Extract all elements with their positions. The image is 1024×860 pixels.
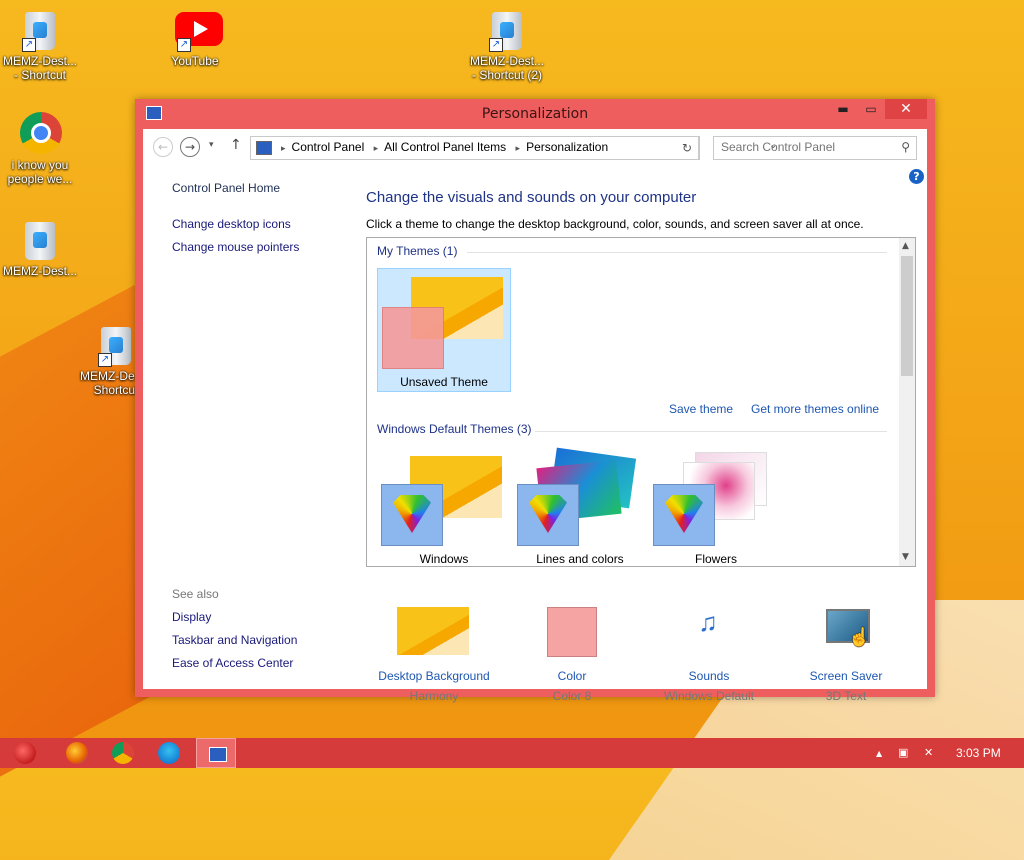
desktop-icon-memz-shortcut[interactable]: ↗ MEMZ-Dest... - Shortcut bbox=[0, 8, 80, 82]
theme-label: Flowers bbox=[694, 552, 737, 566]
taskbar-navigation-link[interactable]: Taskbar and Navigation bbox=[172, 633, 297, 647]
desktop-background-link[interactable]: Desktop Background bbox=[369, 669, 499, 683]
window-title: Personalization bbox=[481, 106, 589, 122]
save-theme-link[interactable]: Save theme bbox=[669, 402, 733, 416]
show-hidden-icons-button[interactable]: ▲ bbox=[876, 749, 882, 758]
group-divider bbox=[535, 431, 887, 432]
navigation-bar: ← → ▾ ↑ ▸ Control Panel ▸ All Control Pane… bbox=[143, 129, 927, 167]
close-button[interactable]: ✕ bbox=[885, 99, 927, 119]
color-value: Color 8 bbox=[552, 689, 592, 703]
refresh-button[interactable]: ↻ bbox=[676, 136, 699, 160]
theme-label: Windows bbox=[419, 552, 469, 566]
recent-locations-button[interactable]: ▾ bbox=[209, 140, 214, 150]
firefox-icon[interactable] bbox=[66, 742, 88, 764]
scroll-up-button[interactable]: ▲ bbox=[902, 241, 909, 251]
window-client-area: ← → ▾ ↑ ▸ Control Panel ▸ All Control Pane… bbox=[143, 129, 927, 703]
breadcrumb-separator[interactable]: ▸ bbox=[516, 143, 521, 153]
desktop-background-value: Harmony bbox=[409, 689, 459, 703]
group-divider bbox=[467, 252, 887, 253]
clock[interactable]: 3:03 PM bbox=[956, 746, 1001, 760]
theme-color-palette-icon bbox=[653, 484, 715, 546]
breadcrumb: ▸ Control Panel ▸ All Control Panel Items … bbox=[275, 140, 608, 154]
shortcut-arrow-icon: ↗ bbox=[177, 38, 191, 52]
page-subtitle: Click a theme to change the desktop back… bbox=[366, 217, 864, 231]
address-bar[interactable]: ▸ Control Panel ▸ All Control Panel Items … bbox=[250, 136, 777, 160]
color-link[interactable]: Color bbox=[507, 669, 637, 683]
scroll-down-button[interactable]: ▼ bbox=[902, 552, 909, 562]
forward-button[interactable]: → bbox=[180, 137, 200, 157]
desktop-icon-memz[interactable]: MEMZ-Dest... bbox=[0, 218, 80, 278]
up-button[interactable]: ↑ bbox=[230, 137, 242, 153]
control-panel-icon bbox=[256, 141, 272, 155]
recycle-bin-icon bbox=[25, 222, 55, 260]
change-desktop-icons-link[interactable]: Change desktop icons bbox=[172, 217, 291, 231]
shortcut-arrow-icon: ↗ bbox=[489, 38, 503, 52]
title-bar[interactable]: Personalization ▬ ▭ ✕ bbox=[135, 99, 935, 129]
get-more-themes-link[interactable]: Get more themes online bbox=[751, 402, 879, 416]
volume-muted-icon[interactable]: ✕ bbox=[924, 746, 933, 759]
chrome-taskbar-icon[interactable] bbox=[112, 742, 134, 764]
scrollbar-thumb[interactable] bbox=[901, 256, 913, 376]
help-icon[interactable]: ? bbox=[909, 169, 924, 184]
sounds-link[interactable]: Sounds bbox=[644, 669, 774, 683]
screen-saver-link[interactable]: Screen Saver bbox=[781, 669, 911, 683]
display-link[interactable]: Display bbox=[172, 610, 211, 624]
search-icon[interactable]: ⚲ bbox=[901, 140, 910, 154]
see-also-header: See also bbox=[172, 587, 219, 601]
control-panel-taskbar-button[interactable] bbox=[196, 738, 236, 768]
default-themes-header[interactable]: Windows Default Themes (3) bbox=[377, 422, 532, 436]
breadcrumb-personalization[interactable]: Personalization bbox=[526, 140, 608, 154]
desktop-icon-label: i know you people we... bbox=[7, 158, 73, 186]
desktop-icon-label: MEMZ-Dest... bbox=[3, 264, 77, 278]
theme-color-palette-icon bbox=[381, 484, 443, 546]
theme-tile-windows[interactable]: Windows bbox=[377, 448, 511, 566]
theme-label: Lines and colors bbox=[536, 552, 624, 566]
change-mouse-pointers-link[interactable]: Change mouse pointers bbox=[172, 240, 299, 254]
chrome-icon bbox=[20, 112, 62, 154]
breadcrumb-all-items[interactable]: All Control Panel Items bbox=[384, 140, 506, 154]
theme-color-palette-icon bbox=[517, 484, 579, 546]
personalization-window: Personalization ▬ ▭ ✕ ← → ▾ ↑ ▸ Control P… bbox=[135, 99, 935, 703]
breadcrumb-separator: ▸ bbox=[281, 143, 286, 153]
color-swatch bbox=[547, 607, 597, 657]
desktop-icon-label: MEMZ-Dest... - Shortcut bbox=[3, 54, 77, 82]
ease-of-access-link[interactable]: Ease of Access Center bbox=[172, 656, 293, 670]
theme-tile-unsaved[interactable]: Unsaved Theme bbox=[377, 268, 511, 392]
shortcut-arrow-icon: ↗ bbox=[22, 38, 36, 52]
start-orb-icon[interactable] bbox=[14, 742, 36, 764]
see-also-section: See also Display Taskbar and Navigation … bbox=[172, 587, 297, 670]
sounds-icon: ♫ bbox=[698, 607, 718, 637]
control-panel-home-link[interactable]: Control Panel Home bbox=[172, 181, 280, 195]
desktop-icon-youtube[interactable]: ↗ YouTube bbox=[155, 8, 235, 68]
desktop-background-thumbnail bbox=[397, 607, 469, 655]
hand-cursor-icon: ☝ bbox=[848, 627, 871, 647]
maximize-button[interactable]: ▭ bbox=[857, 99, 885, 119]
theme-label: Unsaved Theme bbox=[400, 375, 488, 389]
theme-tile-lines-colors[interactable]: Lines and colors bbox=[513, 447, 647, 566]
search-box: ⚲ bbox=[713, 136, 917, 160]
minimize-button[interactable]: ▬ bbox=[829, 99, 857, 119]
search-input[interactable] bbox=[714, 137, 898, 157]
sounds-value: Windows Default bbox=[663, 689, 755, 703]
theme-list-scrollbar[interactable]: ▲ ▼ bbox=[899, 238, 915, 566]
taskbar: ▲ ▣ ✕ 3:03 PM bbox=[0, 738, 1024, 768]
desktop-icon-memz-shortcut-2[interactable]: ↗ MEMZ-Dest... - Shortcut (2) bbox=[467, 8, 547, 82]
shortcut-arrow-icon: ↗ bbox=[98, 353, 112, 367]
theme-tile-flowers[interactable]: Flowers bbox=[649, 448, 783, 566]
desktop-icon-chrome[interactable]: i know you people we... bbox=[0, 112, 80, 186]
page-title: Change the visuals and sounds on your co… bbox=[366, 189, 697, 206]
back-button[interactable]: ← bbox=[153, 137, 173, 157]
my-themes-header[interactable]: My Themes (1) bbox=[377, 244, 457, 258]
edge-icon[interactable] bbox=[158, 742, 180, 764]
network-icon[interactable]: ▣ bbox=[898, 746, 908, 759]
theme-color-swatch bbox=[382, 307, 444, 369]
theme-list: My Themes (1) Unsaved Theme Save theme G… bbox=[366, 237, 916, 567]
breadcrumb-separator[interactable]: ▸ bbox=[374, 143, 379, 153]
breadcrumb-control-panel[interactable]: Control Panel bbox=[292, 140, 365, 154]
screen-saver-value: 3D Text bbox=[825, 689, 867, 703]
desktop-icon-label: MEMZ-Dest... - Shortcut (2) bbox=[470, 54, 544, 82]
screen-saver-icon: ☝ bbox=[826, 607, 872, 653]
desktop-icon-label: YouTube bbox=[171, 54, 219, 68]
